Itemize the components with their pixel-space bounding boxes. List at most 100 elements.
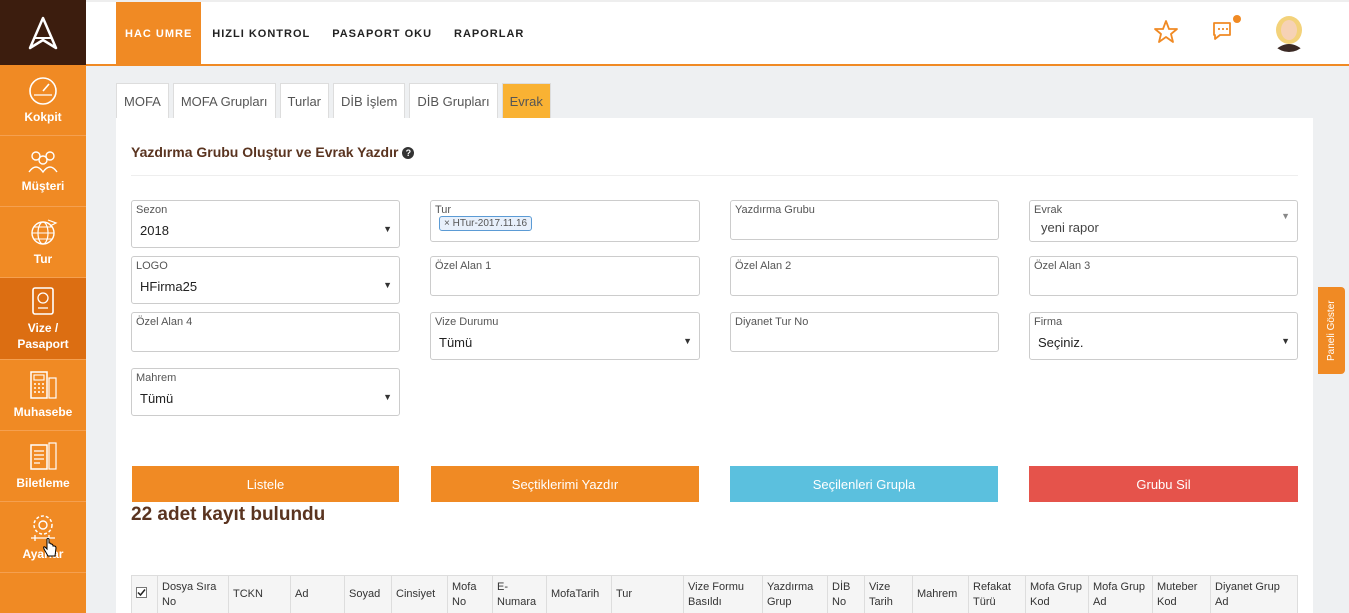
sezon-select[interactable]: Sezon 2018 ▼ [131, 200, 400, 248]
tab-dib-islem[interactable]: DİB İşlem [333, 83, 406, 118]
vize-durumu-select[interactable]: Vize Durumu Tümü ▼ [430, 312, 700, 360]
tur-chip[interactable]: × HTur-2017.11.16 [439, 216, 533, 231]
caret-down-icon: ▼ [383, 392, 392, 402]
col-dosya-sira-no[interactable]: Dosya Sıra No [157, 575, 229, 613]
sidebar-item-ayarlar[interactable]: Ayarlar [0, 502, 86, 573]
divider [131, 175, 1298, 176]
diyanet-tur-no-input[interactable]: Diyanet Tur No [730, 312, 999, 352]
calculator-icon [30, 371, 57, 399]
tab-evrak[interactable]: Evrak [501, 83, 551, 118]
field-label: Vize Durumu [435, 316, 499, 328]
listele-button[interactable]: Listele [132, 466, 399, 502]
tab-mofa[interactable]: MOFA [116, 83, 169, 118]
ozel-alan-4-input[interactable]: Özel Alan 4 [131, 312, 400, 352]
help-icon[interactable]: ? [402, 147, 415, 159]
col-refakat-turu[interactable]: Refakat Türü [968, 575, 1026, 613]
tab-dib-gruplari[interactable]: DİB Grupları [409, 83, 498, 118]
col-mofa-grup-ad[interactable]: Mofa Grup Ad [1088, 575, 1153, 613]
col-muteber-kod[interactable]: Muteber Kod [1152, 575, 1211, 613]
caret-down-icon: ▼ [383, 280, 392, 290]
col-e-numara[interactable]: E-Numara [492, 575, 547, 613]
messages-button[interactable] [1211, 14, 1241, 47]
caret-down-icon: ▼ [1281, 211, 1290, 221]
col-diyanet-grup-ad[interactable]: Diyanet Grup Ad [1210, 575, 1298, 613]
col-vize-tarih[interactable]: Vize Tarih [864, 575, 913, 613]
topnav-hac-umre[interactable]: HAC UMRE [116, 2, 202, 66]
field-label: Diyanet Tur No [735, 316, 809, 328]
mahrem-select[interactable]: Mahrem Tümü ▼ [131, 368, 400, 416]
field-label: Firma [1034, 316, 1063, 328]
app-logo[interactable] [0, 0, 86, 65]
caret-down-icon: ▼ [1281, 336, 1290, 346]
ozel-alan-1-input[interactable]: Özel Alan 1 [430, 256, 700, 296]
field-label: Sezon [136, 204, 168, 216]
field-label: Evrak [1034, 204, 1063, 216]
notification-dot [1233, 14, 1241, 23]
field-label: Mahrem [136, 372, 177, 384]
sidebar-item-muhasebe[interactable]: Muhasebe [0, 360, 86, 431]
top-actions [1153, 12, 1309, 52]
field-value: Tümü [140, 391, 174, 406]
tab-mofa-gruplari[interactable]: MOFA Grupları [172, 83, 276, 118]
panel-toggle-button[interactable]: Paneli Göster [1318, 287, 1345, 374]
ozel-alan-3-input[interactable]: Özel Alan 3 [1029, 256, 1298, 296]
field-value: Seçiniz. [1038, 335, 1084, 350]
col-cinsiyet[interactable]: Cinsiyet [391, 575, 448, 613]
field-label: Özel Alan 2 [735, 260, 792, 272]
grubu-sil-button[interactable]: Grubu Sil [1029, 466, 1298, 502]
tab-bar: MOFA MOFA Grupları Turlar DİB İşlem DİB … [116, 83, 551, 118]
yazdir-button[interactable]: Seçtiklerimi Yazdır [431, 466, 699, 502]
field-value: 2018 [140, 223, 169, 238]
field-label: Yazdırma Grubu [735, 204, 815, 216]
select-all-checkbox[interactable] [131, 575, 158, 613]
field-value: yeni rapor [1041, 220, 1099, 235]
col-dib-no[interactable]: DİB No [827, 575, 865, 613]
sidebar: Kokpit Müşteri Tur Vize / Pasaport Muhas… [0, 0, 86, 613]
sidebar-item-label: Biletleme [16, 476, 70, 490]
gauge-icon [29, 77, 57, 105]
topnav-pasaport-oku[interactable]: PASAPORT OKU [321, 2, 443, 66]
logo-select[interactable]: LOGO HFirma25 ▼ [131, 256, 400, 304]
records-table: Dosya Sıra No TCKN Ad Soyad Cinsiyet Mof… [131, 575, 1298, 613]
col-ad[interactable]: Ad [290, 575, 345, 613]
field-label: Tur [435, 204, 452, 216]
col-mahrem[interactable]: Mahrem [912, 575, 969, 613]
field-value: HFirma25 [140, 279, 198, 294]
col-mofa-no[interactable]: Mofa No [447, 575, 493, 613]
tab-turlar[interactable]: Turlar [279, 83, 330, 118]
col-yazdirma-grup[interactable]: Yazdırma Grup [762, 575, 828, 613]
sidebar-item-label: Muhasebe [13, 405, 73, 419]
sidebar-item-vize-pasaport[interactable]: Vize / Pasaport [0, 278, 86, 360]
avatar[interactable] [1269, 12, 1309, 52]
page-title: Yazdırma Grubu Oluştur ve Evrak Yazdır? [131, 144, 415, 160]
topnav-hizli-kontrol[interactable]: HIZLI KONTROL [201, 2, 321, 66]
top-bar: HAC UMRE HIZLI KONTROL PASAPORT OKU RAPO… [86, 0, 1349, 66]
sidebar-item-kokpit[interactable]: Kokpit [0, 65, 86, 136]
table-header-row: Dosya Sıra No TCKN Ad Soyad Cinsiyet Mof… [131, 575, 1298, 613]
yazdirma-grubu-input[interactable]: Yazdırma Grubu [730, 200, 999, 240]
col-vize-formu-basildi[interactable]: Vize Formu Basıldı [683, 575, 763, 613]
sidebar-item-biletleme[interactable]: Biletleme [0, 431, 86, 502]
evrak-select[interactable]: Evrak yeni rapor ▼ [1029, 200, 1298, 242]
checkbox-checked-icon [136, 586, 147, 598]
col-mofa-tarih[interactable]: MofaTarih [546, 575, 612, 613]
ozel-alan-2-input[interactable]: Özel Alan 2 [730, 256, 999, 296]
topnav-raporlar[interactable]: RAPORLAR [443, 2, 535, 66]
sidebar-item-musteri[interactable]: Müşteri [0, 136, 86, 207]
star-icon[interactable] [1153, 19, 1179, 45]
col-mofa-grup-kod[interactable]: Mofa Grup Kod [1025, 575, 1089, 613]
firma-select[interactable]: Firma Seçiniz. ▼ [1029, 312, 1298, 360]
main-panel: Yazdırma Grubu Oluştur ve Evrak Yazdır? … [116, 118, 1313, 613]
sidebar-item-tur[interactable]: Tur [0, 207, 86, 278]
caret-down-icon: ▼ [683, 336, 692, 346]
field-value: Tümü [439, 335, 473, 350]
app-logo-icon [28, 16, 58, 49]
grupla-button[interactable]: Seçilenleri Grupla [730, 466, 998, 502]
globe-icon [31, 219, 58, 245]
sidebar-item-label: Tur [33, 252, 53, 266]
col-soyad[interactable]: Soyad [344, 575, 392, 613]
col-tckn[interactable]: TCKN [228, 575, 291, 613]
col-tur[interactable]: Tur [611, 575, 684, 613]
field-label: LOGO [136, 260, 168, 272]
tur-multiselect[interactable]: Tur × HTur-2017.11.16 [430, 200, 700, 242]
